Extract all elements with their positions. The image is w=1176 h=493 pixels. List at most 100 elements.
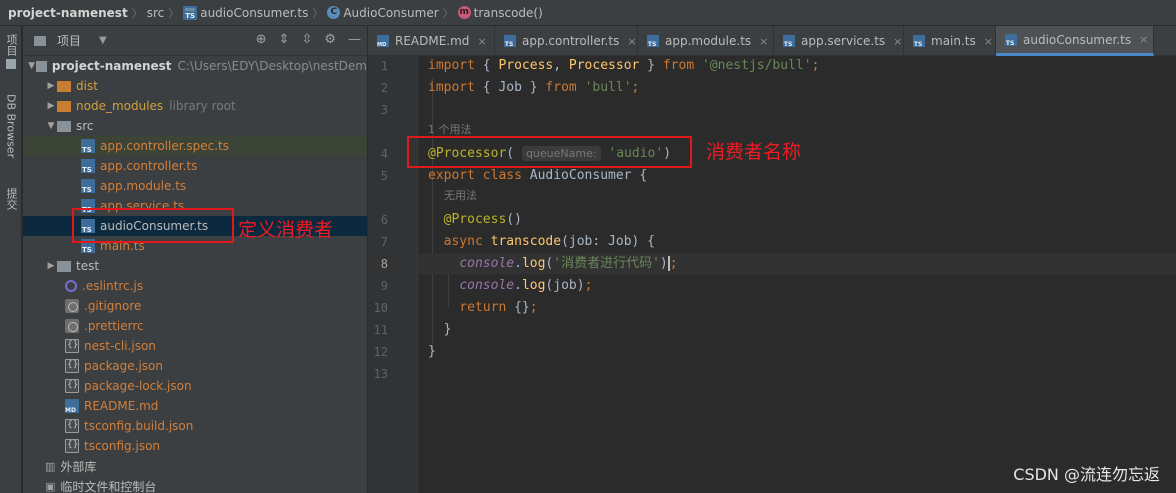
line-number: 12 [373, 345, 388, 359]
tree-item-src[interactable]: ▼ src [23, 116, 367, 136]
tree-item-tsconfig[interactable]: tsconfig.json [23, 436, 367, 456]
chevron-down-icon[interactable]: ▼ [45, 121, 57, 131]
editor: README.md × app.controller.ts × app.modu… [368, 26, 1176, 493]
typescript-file-icon [503, 34, 517, 48]
tree-item-eslintrc[interactable]: .eslintrc.js [23, 276, 367, 296]
tree-item-external-libraries[interactable]: ▥ 外部库 [23, 456, 367, 476]
code-line: async transcode(job: Job) { [443, 234, 655, 249]
tree-item-label: dist [76, 79, 98, 93]
tree-item-node-modules[interactable]: ▶ node_modules library root [23, 96, 367, 116]
tab-readme[interactable]: README.md × [368, 26, 495, 56]
method-icon: m [457, 6, 471, 19]
line-number: 5 [380, 169, 388, 183]
close-icon[interactable]: × [627, 35, 636, 48]
breadcrumb-file[interactable]: audioConsumer.ts [200, 6, 308, 20]
tree-item-readme[interactable]: README.md [23, 396, 367, 416]
tree-item-app-controller-spec[interactable]: app.controller.spec.ts [23, 136, 367, 156]
project-view-icon [34, 35, 46, 46]
tree-root[interactable]: ▼ project-namenest C:\Users\EDY\Desktop\… [23, 56, 367, 76]
close-icon[interactable]: × [984, 35, 993, 48]
chevron-right-icon[interactable]: ▶ [45, 81, 57, 91]
usage-hint-text[interactable]: 1 个用法 [428, 123, 472, 136]
typescript-file-icon [81, 239, 95, 254]
db-browser-tool-tab[interactable]: DB Browser [2, 94, 20, 184]
tree-item-dist[interactable]: ▶ dist [23, 76, 367, 96]
markdown-file-icon [376, 34, 390, 48]
typescript-file-icon [81, 199, 95, 214]
tree-item-prettierrc[interactable]: .prettierrc [23, 316, 367, 336]
usage-hint[interactable]: 1 个用法 [428, 122, 472, 138]
tree-item-label: src [76, 119, 94, 133]
tree-item-label: tsconfig.json [84, 439, 161, 453]
root-path: C:\Users\EDY\Desktop\nestDem [177, 59, 367, 73]
close-icon[interactable]: × [759, 35, 768, 48]
code-line: @Processor( queueName: 'audio') [428, 146, 672, 161]
tree-item-label: README.md [84, 399, 159, 413]
tree-item-label: app.controller.spec.ts [100, 139, 229, 153]
scratches-icon: ▣ [45, 479, 56, 493]
tool-window-strip: 项目 DB Browser 提交 [0, 26, 22, 493]
folder-icon [57, 260, 71, 272]
root-name: project-namenest [51, 59, 172, 73]
folder-icon [57, 100, 71, 112]
tab-app-service[interactable]: app.service.ts × [774, 26, 904, 56]
locate-icon[interactable]: ⊕ [256, 32, 267, 47]
tree-item-label: main.ts [100, 239, 145, 253]
line-number: 7 [380, 235, 388, 249]
code-line: } [428, 344, 436, 359]
chevron-down-icon[interactable]: ▼ [99, 35, 107, 46]
breadcrumb-method[interactable]: transcode() [474, 6, 543, 20]
line-number: 13 [373, 367, 388, 381]
tree-item-package-json[interactable]: package.json [23, 356, 367, 376]
tab-audio-consumer[interactable]: audioConsumer.ts × [996, 26, 1154, 56]
chevron-down-icon[interactable]: ▼ [27, 61, 36, 71]
line-number: 10 [373, 301, 388, 315]
typescript-file-icon [81, 159, 95, 174]
tree-item-app-service[interactable]: app.service.ts [23, 196, 367, 216]
code-line-current: console.log('消费者进行代码'); [418, 254, 1176, 274]
code-line: console.log(job); [459, 278, 593, 293]
close-icon[interactable]: × [477, 35, 486, 48]
breadcrumb-separator: 〉 [131, 6, 143, 20]
close-icon[interactable]: × [1139, 33, 1148, 46]
tree-item-test[interactable]: ▶ test [23, 256, 367, 276]
tree-item-scratches[interactable]: ▣ 临时文件和控制台 [23, 476, 367, 493]
editor-tab-bar: README.md × app.controller.ts × app.modu… [368, 26, 1176, 56]
tree-item-label: .eslintrc.js [82, 279, 144, 293]
tree-item-label: tsconfig.build.json [84, 419, 194, 433]
tree-item-app-module[interactable]: app.module.ts [23, 176, 367, 196]
tab-label: app.module.ts [665, 34, 752, 48]
hide-icon[interactable]: — [348, 32, 361, 47]
project-panel-title[interactable]: 项目 [57, 32, 81, 49]
tab-app-module[interactable]: app.module.ts × [638, 26, 774, 56]
tab-label: main.ts [931, 34, 976, 48]
gear-icon[interactable]: ⚙ [324, 32, 336, 47]
tree-item-tsconfig-build[interactable]: tsconfig.build.json [23, 416, 367, 436]
breadcrumb-project[interactable]: project-namenest [8, 6, 128, 20]
collapse-all-icon[interactable]: ⇳ [301, 32, 312, 47]
code-line: export class AudioConsumer { [428, 168, 648, 183]
breadcrumb-folder[interactable]: src [147, 6, 165, 20]
tree-item-label: audioConsumer.ts [100, 219, 209, 233]
tab-main[interactable]: main.ts × [904, 26, 996, 56]
usage-hint-text[interactable]: 无用法 [444, 189, 477, 202]
tab-app-controller[interactable]: app.controller.ts × [495, 26, 638, 56]
tree-item-nest-cli[interactable]: nest-cli.json [23, 336, 367, 356]
code-area[interactable]: import { Process, Processor } from '@nes… [418, 56, 1176, 493]
tree-item-label: app.module.ts [100, 179, 187, 193]
commit-tool-tab[interactable]: 提交 [2, 188, 20, 210]
expand-all-icon[interactable]: ⇕ [279, 32, 290, 47]
usage-hint[interactable]: 无用法 [444, 188, 477, 204]
breadcrumb-class[interactable]: AudioConsumer [343, 6, 438, 20]
tree-item-package-lock[interactable]: package-lock.json [23, 376, 367, 396]
gitignore-icon [65, 299, 79, 313]
chevron-right-icon[interactable]: ▶ [45, 101, 57, 111]
tree-item-app-controller[interactable]: app.controller.ts [23, 156, 367, 176]
json-file-icon [65, 379, 79, 393]
project-tool-label: 项目 [5, 34, 18, 56]
tree-item-label: package-lock.json [84, 379, 192, 393]
tree-item-gitignore[interactable]: .gitignore [23, 296, 367, 316]
chevron-right-icon[interactable]: ▶ [45, 261, 57, 271]
project-tool-tab[interactable]: 项目 [2, 34, 20, 69]
close-icon[interactable]: × [893, 35, 902, 48]
